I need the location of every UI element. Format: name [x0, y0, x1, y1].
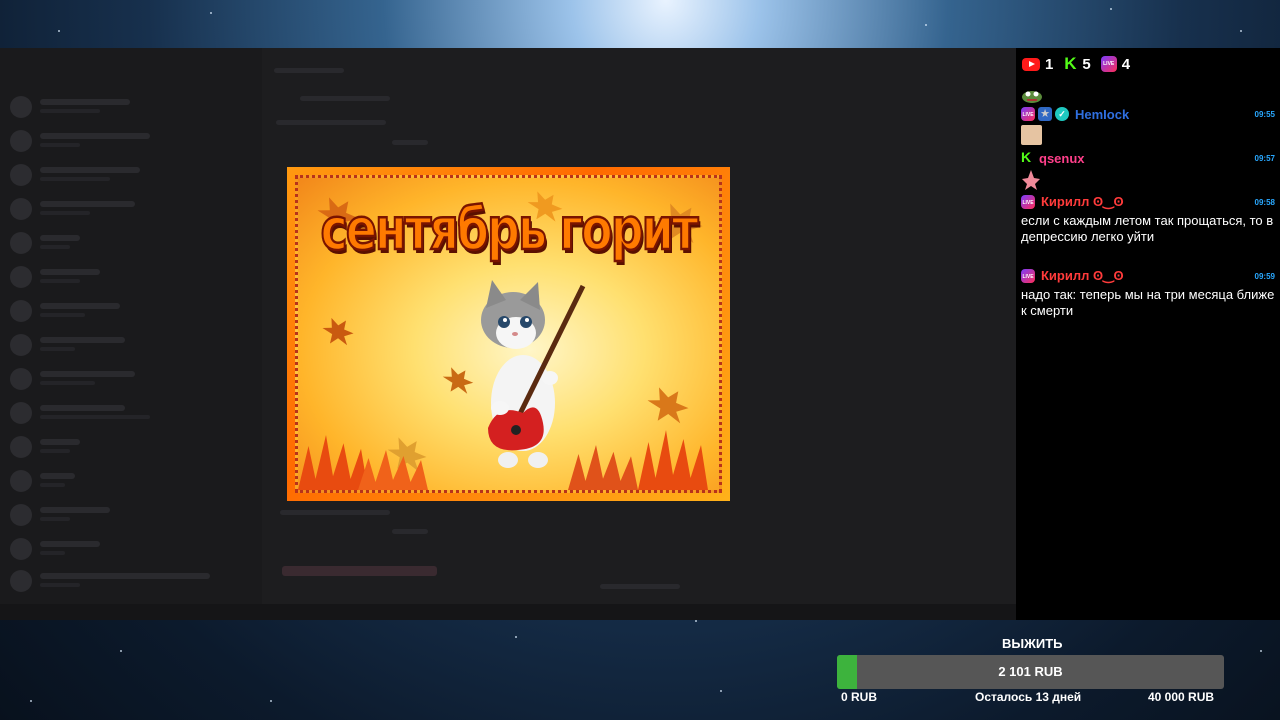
donation-goal-bar: 2 101 RUB — [837, 655, 1224, 689]
chat-timestamp: 09:59 — [1254, 272, 1275, 281]
chat-list-item[interactable] — [10, 298, 255, 324]
chat-username: Кирилл ʘ‿ʘ — [1041, 268, 1124, 283]
chat-list-item[interactable] — [10, 366, 255, 392]
goal-min-amount: 0 RUB — [841, 690, 878, 704]
chat-message: Кирилл ʘ‿ʘ 09:59 надо так: теперь мы на … — [1021, 268, 1275, 319]
goal-time-remaining: Осталось 13 дней — [975, 690, 1082, 704]
chat-message: Кирилл ʘ‿ʘ 09:58 если с каждым летом так… — [1021, 194, 1275, 245]
chat-list-item[interactable] — [10, 434, 255, 460]
chat-message: K qsenux 09:57 — [1021, 150, 1275, 166]
chat-message-text: если с каждым летом так прощаться, то в … — [1021, 213, 1274, 244]
cat-with-guitar-illustration — [481, 280, 586, 468]
chat-list-item[interactable] — [10, 162, 255, 188]
chat-username: qsenux — [1039, 150, 1085, 166]
live-count-value: 4 — [1121, 55, 1131, 73]
chat-list-sidebar — [0, 48, 262, 620]
chat-username: HemIock — [1075, 106, 1130, 122]
live-icon — [1100, 56, 1117, 72]
verified-badge-icon — [1055, 107, 1069, 121]
youtube-icon — [1022, 57, 1040, 71]
card-title: сентябрь горит — [319, 194, 699, 264]
live-icon — [1021, 107, 1035, 121]
patrick-emote-icon — [1022, 170, 1040, 190]
star-badge-icon — [1038, 107, 1052, 121]
pepe-emote-icon — [1022, 91, 1042, 103]
chat-list-item[interactable] — [10, 468, 255, 494]
live-icon — [1021, 269, 1035, 283]
avatar-emote-icon — [1021, 125, 1042, 145]
chat-list-item[interactable] — [10, 94, 255, 120]
youtube-viewer-count: 1 — [1022, 56, 1053, 73]
kick-icon: K — [1064, 54, 1077, 73]
goal-title: ВЫЖИТЬ — [1002, 636, 1063, 651]
stream-chat-overlay: 1 K 5 4 HemIock 09:55 K qsenux 09:57 — [1016, 48, 1280, 620]
chat-timestamp: 09:55 — [1254, 110, 1275, 119]
chat-timestamp: 09:57 — [1254, 154, 1275, 163]
chat-list-item[interactable] — [10, 502, 255, 528]
kick-icon: K — [1021, 149, 1032, 165]
goal-target-amount: 40 000 RUB — [1148, 690, 1215, 704]
chat-message: HemIock 09:55 — [1021, 106, 1275, 122]
viewer-counters: 1 K 5 4 — [1022, 55, 1130, 73]
chat-list-item[interactable] — [10, 568, 255, 594]
image-preview-popup[interactable]: сентябрь горит — [287, 167, 730, 501]
chat-list-item[interactable] — [10, 536, 255, 562]
chat-list-item[interactable] — [10, 332, 255, 358]
chat-list-item[interactable] — [10, 230, 255, 256]
chat-list-item[interactable] — [10, 264, 255, 290]
goal-current-amount: 2 101 RUB — [998, 664, 1063, 679]
kick-viewer-count: K 5 — [1063, 54, 1091, 73]
live-viewer-count: 4 — [1100, 55, 1131, 73]
app-taskbar — [0, 604, 1016, 620]
chat-list-item[interactable] — [10, 400, 255, 426]
greeting-card-image: сентябрь горит — [295, 175, 722, 493]
chat-list-item[interactable] — [10, 128, 255, 154]
live-icon — [1021, 195, 1035, 209]
chat-list-item[interactable] — [10, 196, 255, 222]
chat-timestamp: 09:58 — [1254, 198, 1275, 207]
youtube-count-value: 1 — [1045, 55, 1054, 73]
chat-username: Кирилл ʘ‿ʘ — [1041, 194, 1124, 209]
kick-count-value: 5 — [1082, 55, 1091, 73]
chat-message-text: надо так: теперь мы на три месяца ближе … — [1021, 287, 1275, 318]
